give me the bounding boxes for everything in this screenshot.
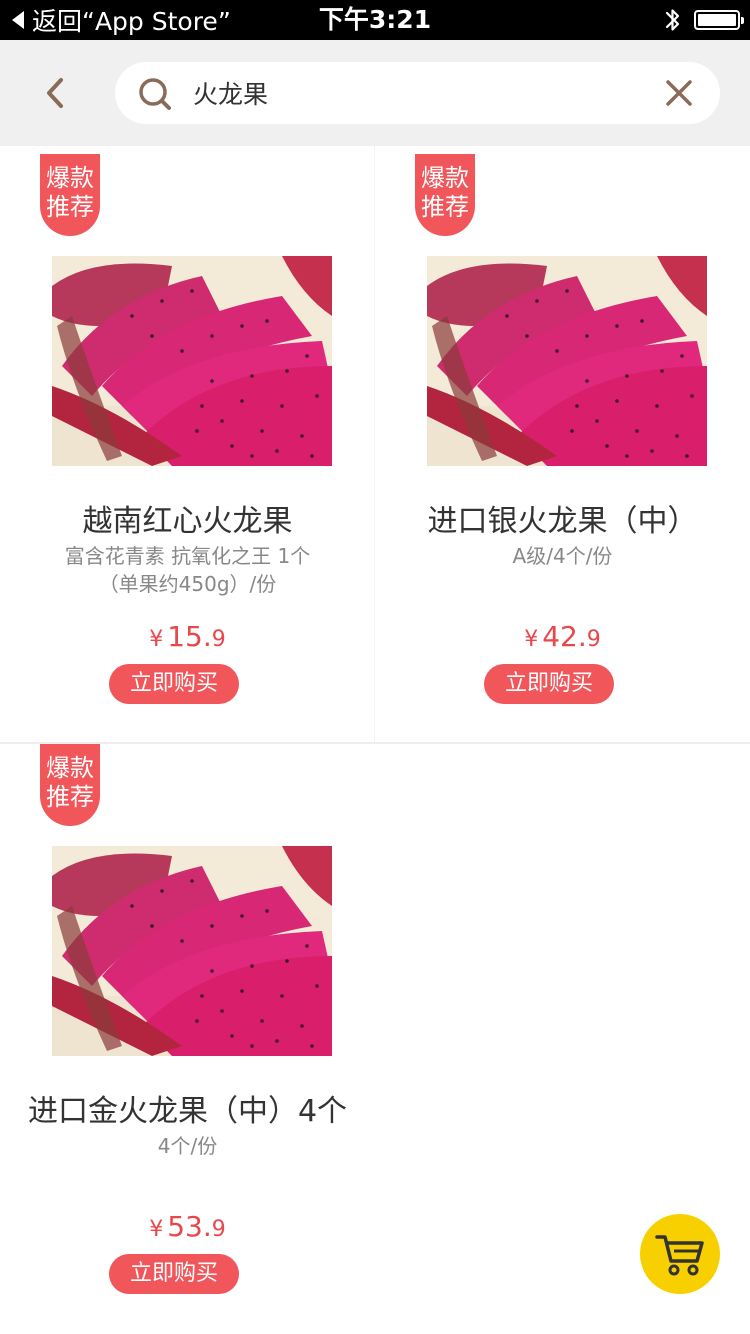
product-card[interactable]: 爆款 推荐 越南红心火龙果 富含花青素 抗氧化之王 1个 （单果约450g）/份… — [0, 146, 375, 743]
bluetooth-icon — [665, 9, 680, 31]
buy-now-button[interactable]: 立即购买 — [484, 664, 614, 704]
product-description: A级/4个/份 — [512, 544, 613, 568]
product-name[interactable]: 进口银火龙果（中） — [375, 496, 750, 540]
product-grid: 爆款 推荐 越南红心火龙果 富含花青素 抗氧化之王 1个 （单果约450g）/份… — [0, 146, 750, 1334]
dragon-fruit-image[interactable] — [52, 256, 332, 466]
buy-now-button[interactable]: 立即购买 — [109, 664, 239, 704]
product-price: ¥53.9 — [149, 1210, 226, 1243]
buy-now-button[interactable]: 立即购买 — [109, 1254, 239, 1294]
search-icon — [139, 78, 171, 110]
product-name[interactable]: 进口金火龙果（中）4个 — [0, 1086, 375, 1130]
product-description: 富含花青素 抗氧化之王 1个 （单果约450g）/份 — [64, 544, 311, 596]
hot-recommend-badge: 爆款 推荐 — [40, 154, 100, 236]
status-bar: 返回“App Store” 下午3:21 — [0, 0, 750, 40]
search-header — [0, 40, 750, 146]
search-input[interactable] — [193, 70, 643, 116]
chevron-left-icon — [47, 78, 63, 108]
close-icon[interactable] — [664, 78, 694, 108]
product-price: ¥15.9 — [149, 620, 226, 653]
hot-recommend-badge: 爆款 推荐 — [40, 744, 100, 826]
hot-recommend-badge: 爆款 推荐 — [415, 154, 475, 236]
product-card[interactable]: 爆款 推荐 进口银火龙果（中） A级/4个/份 ¥ 42.9 立即购买 — [375, 146, 750, 743]
battery-icon — [694, 10, 744, 30]
product-description: 4个/份 — [157, 1134, 218, 1158]
product-price: ¥42.9 — [524, 620, 601, 653]
dragon-fruit-image[interactable] — [427, 256, 707, 466]
product-card[interactable]: 爆款 推荐 进口金火龙果（中）4个 4个/份 ¥ 53.9 立即购买 — [0, 736, 375, 1333]
clock: 下午3:21 — [318, 5, 432, 34]
back-button[interactable] — [30, 68, 80, 118]
shopping-cart-button[interactable] — [640, 1214, 720, 1294]
dragon-fruit-image[interactable] — [52, 846, 332, 1056]
product-name[interactable]: 越南红心火龙果 — [0, 496, 375, 540]
cart-icon — [655, 1235, 704, 1276]
search-box[interactable] — [115, 62, 720, 124]
